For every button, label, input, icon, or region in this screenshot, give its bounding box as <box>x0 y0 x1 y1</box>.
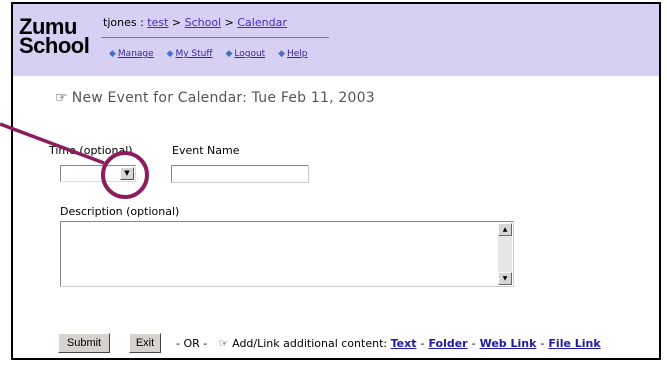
app-window: Zumu School tjones : test > School > Cal… <box>11 2 661 360</box>
breadcrumb-sep: > <box>221 16 238 29</box>
zumu-school-logo[interactable]: Zumu School <box>19 16 90 58</box>
page-title-text: New Event for Calendar: Tue Feb 11, 2003 <box>71 90 375 106</box>
time-label: Time (optional) <box>49 144 133 157</box>
breadcrumb-sep: > <box>168 16 185 29</box>
time-select[interactable]: ▼ <box>60 165 136 182</box>
link-sep: - <box>420 337 425 350</box>
submit-button[interactable]: Submit <box>58 333 110 353</box>
exit-button[interactable]: Exit <box>129 333 161 353</box>
breadcrumb: tjones : test > School > Calendar <box>103 16 287 29</box>
logo-line2: School <box>19 33 90 58</box>
additional-content-bar: - OR - ☞ Add/Link additional content: Te… <box>176 337 601 350</box>
diamond-icon: ◆ <box>166 49 174 59</box>
nav-link-logout[interactable]: Logout <box>234 49 265 59</box>
breadcrumb-user: tjones <box>103 16 137 29</box>
add-file-link-link[interactable]: File Link <box>548 337 600 350</box>
add-link-label: Add/Link additional content: <box>232 337 388 350</box>
event-name-input[interactable] <box>171 165 309 183</box>
add-text-link[interactable]: Text <box>391 337 417 350</box>
dropdown-arrow-icon[interactable]: ▼ <box>120 167 134 180</box>
add-folder-link[interactable]: Folder <box>428 337 467 350</box>
nav-link-help[interactable]: Help <box>287 49 308 59</box>
nav-item-my-stuff[interactable]: ◆ My Stuff <box>167 49 213 59</box>
main-nav: ◆ Manage ◆ My Stuff ◆ Logout ◆ Help <box>109 49 318 59</box>
breadcrumb-link-calendar[interactable]: Calendar <box>237 16 286 29</box>
page-title: ☞ New Event for Calendar: Tue Feb 11, 200… <box>55 90 375 106</box>
add-web-link-link[interactable]: Web Link <box>480 337 537 350</box>
scroll-up-icon[interactable]: ▲ <box>498 223 512 236</box>
event-name-label: Event Name <box>172 144 240 157</box>
nav-link-manage[interactable]: Manage <box>118 49 154 59</box>
breadcrumb-divider <box>101 37 329 38</box>
link-sep: - <box>540 337 545 350</box>
nav-item-logout[interactable]: ◆ Logout <box>225 49 265 59</box>
scroll-down-icon[interactable]: ▼ <box>498 272 512 285</box>
or-separator: - OR - <box>176 337 208 350</box>
header-bar: Zumu School tjones : test > School > Cal… <box>13 4 659 76</box>
description-label: Description (optional) <box>60 205 180 218</box>
link-sep: - <box>471 337 476 350</box>
pointing-hand-icon: ☞ <box>218 337 229 350</box>
nav-item-help[interactable]: ◆ Help <box>278 49 307 59</box>
pointing-hand-icon: ☞ <box>55 90 68 106</box>
nav-item-manage[interactable]: ◆ Manage <box>109 49 154 59</box>
diamond-icon: ◆ <box>225 49 233 59</box>
diamond-icon: ◆ <box>109 49 116 59</box>
textarea-scrollbar[interactable]: ▲ ▼ <box>498 223 512 285</box>
breadcrumb-sep: : <box>136 16 148 29</box>
breadcrumb-link-test[interactable]: test <box>147 16 168 29</box>
nav-link-my-stuff[interactable]: My Stuff <box>175 49 212 59</box>
description-textarea[interactable]: ▲ ▼ <box>60 221 514 287</box>
diamond-icon: ◆ <box>278 49 285 59</box>
breadcrumb-link-school[interactable]: School <box>185 16 222 29</box>
